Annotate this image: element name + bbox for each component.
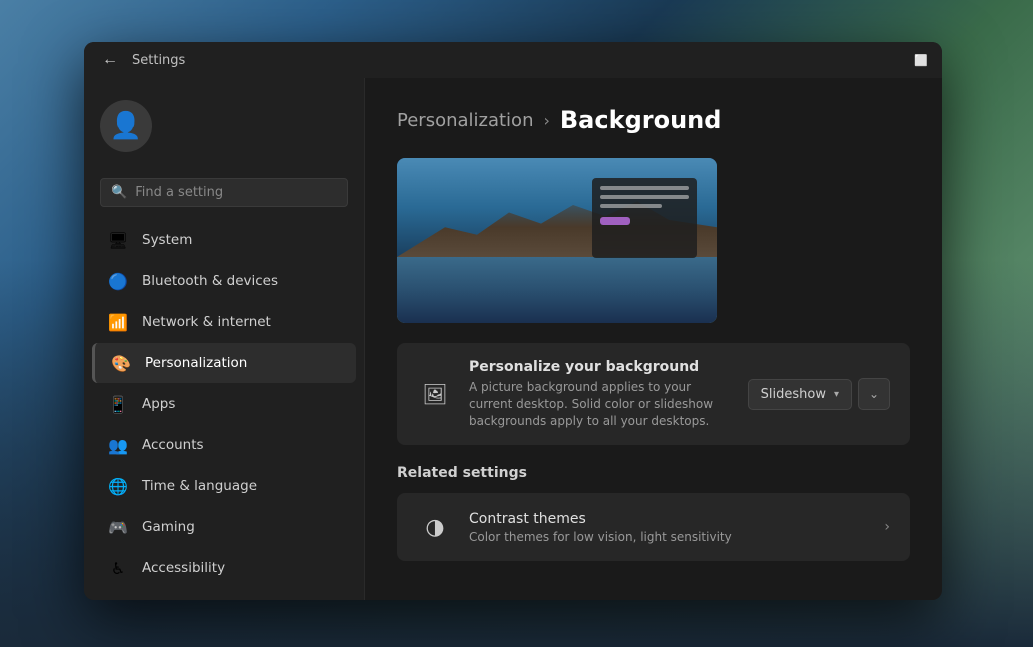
search-box[interactable]: 🔍: [100, 178, 348, 207]
title-bar: ← Settings ⬜: [84, 42, 942, 78]
breadcrumb-parent: Personalization: [397, 110, 533, 131]
window-header-title: Settings: [132, 53, 185, 68]
time-icon: 🌐: [108, 476, 128, 496]
personalize-control: Slideshow ▾ ⌄: [748, 378, 890, 410]
sidebar-item-label: Bluetooth & devices: [142, 273, 278, 289]
contrast-themes-arrow: ›: [884, 519, 890, 535]
accessibility-icon: ♿: [108, 558, 128, 578]
sidebar: 👤 🔍 🖥 System 🔵 Bluetooth & devices: [84, 78, 364, 600]
sidebar-item-label: Apps: [142, 396, 175, 412]
sidebar-item-apps[interactable]: 📱 Apps: [92, 384, 356, 424]
breadcrumb-current: Background: [560, 106, 722, 134]
background-type-dropdown[interactable]: Slideshow ▾: [748, 379, 852, 410]
sidebar-item-label: Network & internet: [142, 314, 271, 330]
sidebar-item-label: Accessibility: [142, 560, 225, 576]
window-controls: ⬜: [914, 54, 930, 67]
sidebar-item-bluetooth[interactable]: 🔵 Bluetooth & devices: [92, 261, 356, 301]
sidebar-item-network[interactable]: 📶 Network & internet: [92, 302, 356, 342]
sidebar-item-personalization[interactable]: 🎨 Personalization: [92, 343, 356, 383]
sidebar-item-system[interactable]: 🖥 System: [92, 220, 356, 260]
sidebar-item-label: Personalization: [145, 355, 247, 371]
breadcrumb: Personalization › Background: [397, 106, 910, 134]
back-button[interactable]: ←: [96, 46, 124, 74]
personalize-description: A picture background applies to your cur…: [469, 379, 732, 429]
search-icon: 🔍: [111, 185, 127, 200]
contrast-themes-item[interactable]: ◑ Contrast themes Color themes for low v…: [397, 493, 910, 561]
content-area: 👤 🔍 🖥 System 🔵 Bluetooth & devices: [84, 78, 942, 600]
sidebar-item-label: Gaming: [142, 519, 195, 535]
background-preview: [397, 158, 717, 323]
dropdown-chevron-icon: ▾: [834, 389, 839, 400]
personalize-title: Personalize your background: [469, 359, 732, 375]
avatar: 👤: [100, 100, 152, 152]
mockup-line-2: [600, 195, 689, 199]
background-row-text: Personalize your background A picture ba…: [469, 359, 732, 429]
preview-desktop-mockup: [592, 178, 697, 258]
search-input[interactable]: [135, 185, 337, 200]
settings-window: ← Settings ⬜ 👤 🔍: [84, 42, 942, 600]
expand-button[interactable]: ⌄: [858, 378, 890, 410]
main-content: Personalization › Background 🖼 Personali…: [365, 78, 942, 600]
sidebar-nav: 🖥 System 🔵 Bluetooth & devices 📶 Network…: [84, 219, 364, 589]
search-container: 🔍: [84, 172, 364, 219]
accounts-icon: 👥: [108, 435, 128, 455]
system-icon: 🖥: [108, 230, 128, 250]
sidebar-item-accessibility[interactable]: ♿ Accessibility: [92, 548, 356, 588]
mockup-line-1: [600, 186, 689, 190]
expand-icon: ⌄: [869, 387, 879, 401]
breadcrumb-separator: ›: [543, 111, 549, 130]
bluetooth-icon: 🔵: [108, 271, 128, 291]
title-bar-controls: ⬜: [914, 54, 930, 67]
contrast-themes-desc: Color themes for low vision, light sensi…: [469, 530, 868, 544]
sidebar-item-label: Time & language: [142, 478, 257, 494]
background-row-icon: 🖼: [417, 376, 453, 412]
dropdown-value: Slideshow: [761, 387, 826, 402]
sidebar-item-label: System: [142, 232, 192, 248]
network-icon: 📶: [108, 312, 128, 332]
user-profile: 👤: [84, 88, 364, 164]
personalization-icon: 🎨: [111, 353, 131, 373]
gaming-icon: 🎮: [108, 517, 128, 537]
mockup-button: [600, 217, 630, 225]
sidebar-item-time[interactable]: 🌐 Time & language: [92, 466, 356, 506]
title-bar-left: ← Settings: [96, 46, 185, 74]
related-settings-title: Related settings: [397, 465, 910, 481]
avatar-icon: 👤: [110, 111, 142, 141]
contrast-themes-icon: ◑: [417, 509, 453, 545]
sidebar-item-accounts[interactable]: 👥 Accounts: [92, 425, 356, 465]
sidebar-item-gaming[interactable]: 🎮 Gaming: [92, 507, 356, 547]
personalize-background-row: 🖼 Personalize your background A picture …: [397, 343, 910, 445]
contrast-themes-title: Contrast themes: [469, 511, 868, 527]
mockup-line-3: [600, 204, 662, 208]
contrast-themes-text: Contrast themes Color themes for low vis…: [469, 511, 868, 544]
sidebar-item-label: Accounts: [142, 437, 204, 453]
apps-icon: 📱: [108, 394, 128, 414]
